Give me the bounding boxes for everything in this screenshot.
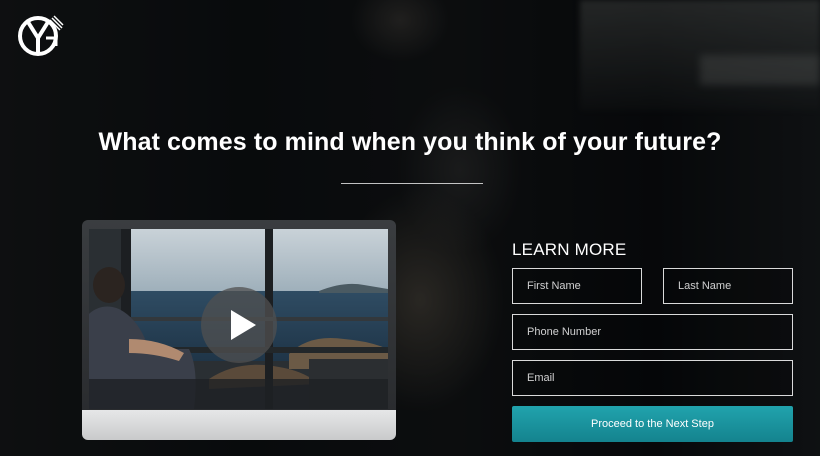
first-name-field[interactable] [512, 268, 642, 304]
play-icon [231, 310, 256, 340]
video-monitor [82, 220, 396, 440]
landing-page: What comes to mind when you think of you… [0, 0, 820, 456]
video-player[interactable] [89, 229, 388, 409]
title-divider [341, 183, 483, 184]
form-heading: LEARN MORE [512, 240, 627, 259]
monitor-chin [82, 410, 396, 440]
yg-logo-icon[interactable] [16, 12, 64, 60]
last-name-field[interactable] [663, 268, 793, 304]
proceed-button[interactable]: Proceed to the Next Step [512, 406, 793, 442]
play-button[interactable] [201, 287, 277, 363]
email-field[interactable] [512, 360, 793, 396]
phone-number-field[interactable] [512, 314, 793, 350]
page-title: What comes to mind when you think of you… [98, 128, 722, 156]
